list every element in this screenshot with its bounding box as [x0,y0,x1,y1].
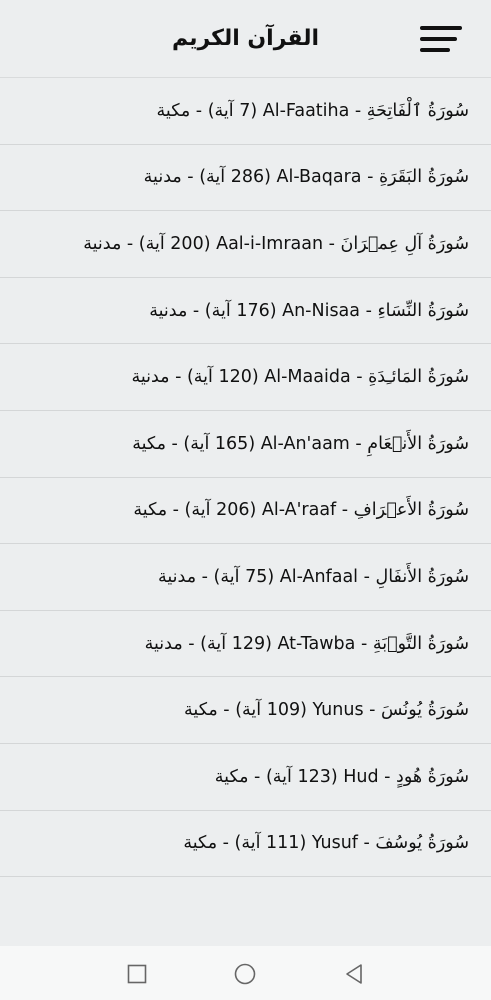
menu-line [420,37,457,41]
surah-label: سُورَةُ هُودٍ - Hud (123 آية) - مكية [214,766,469,787]
list-item[interactable]: سُورَةُ ٱلْفَاتِحَةِ - Al-Faatiha (7 آية… [0,78,491,145]
list-item[interactable]: سُورَةُ آلِ عِمۡرَانَ - Aal-i-Imraan (20… [0,211,491,278]
surah-label: سُورَةُ الأَعۡرَافِ - Al-A'raaf (206 آية… [133,500,469,521]
triangle-back-icon[interactable] [342,962,366,986]
menu-line [420,48,450,52]
surah-label: سُورَةُ يُونُسَ - Yunus (109 آية) - مكية [184,700,469,721]
menu-line [420,26,462,30]
hamburger-menu-icon[interactable] [416,24,466,54]
surah-label: سُورَةُ يُوسُفَ - Yusuf (111 آية) - مكية [183,833,469,854]
surah-label: سُورَةُ آلِ عِمۡرَانَ - Aal-i-Imraan (20… [83,233,469,254]
list-item[interactable]: سُورَةُ يُونُسَ - Yunus (109 آية) - مكية [0,677,491,744]
system-nav-bar [0,946,491,1000]
surah-label: سُورَةُ الأَنۡعَامِ - Al-An'aam (165 آية… [132,433,469,454]
list-item[interactable]: سُورَةُ النِّسَاءِ - An-Nisaa (176 آية) … [0,278,491,345]
circle-icon[interactable] [233,962,257,986]
surah-label: سُورَةُ النِّسَاءِ - An-Nisaa (176 آية) … [149,300,469,321]
surah-label: سُورَةُ ٱلْفَاتِحَةِ - Al-Faatiha (7 آية… [156,100,469,121]
list-item[interactable]: سُورَةُ البَقَرَةِ - Al-Baqara (286 آية)… [0,145,491,212]
surah-label: سُورَةُ البَقَرَةِ - Al-Baqara (286 آية)… [143,167,469,188]
app-bar: القرآن الكريم [0,0,491,78]
surah-label: سُورَةُ الأَنفَالِ - Al-Anfaal (75 آية) … [158,566,469,587]
list-item[interactable]: سُورَةُ الأَعۡرَافِ - Al-A'raaf (206 آية… [0,478,491,545]
surah-list: سُورَةُ ٱلْفَاتِحَةِ - Al-Faatiha (7 آية… [0,78,491,878]
list-item[interactable]: سُورَةُ المَائـِدَةِ - Al-Maaida (120 آي… [0,344,491,411]
list-item[interactable]: سُورَةُ الأَنفَالِ - Al-Anfaal (75 آية) … [0,544,491,611]
list-item[interactable]: سُورَةُ التَّوۡبَةِ - At-Tawba (129 آية)… [0,611,491,678]
surah-label: سُورَةُ المَائـِدَةِ - Al-Maaida (120 آي… [131,367,469,388]
surah-label: سُورَةُ التَّوۡبَةِ - At-Tawba (129 آية)… [144,633,469,654]
list-item[interactable]: سُورَةُ الأَنۡعَامِ - Al-An'aam (165 آية… [0,411,491,478]
list-item[interactable]: سُورَةُ هُودٍ - Hud (123 آية) - مكية [0,744,491,811]
square-icon[interactable] [125,962,149,986]
list-item[interactable]: سُورَةُ يُوسُفَ - Yusuf (111 آية) - مكية [0,811,491,878]
